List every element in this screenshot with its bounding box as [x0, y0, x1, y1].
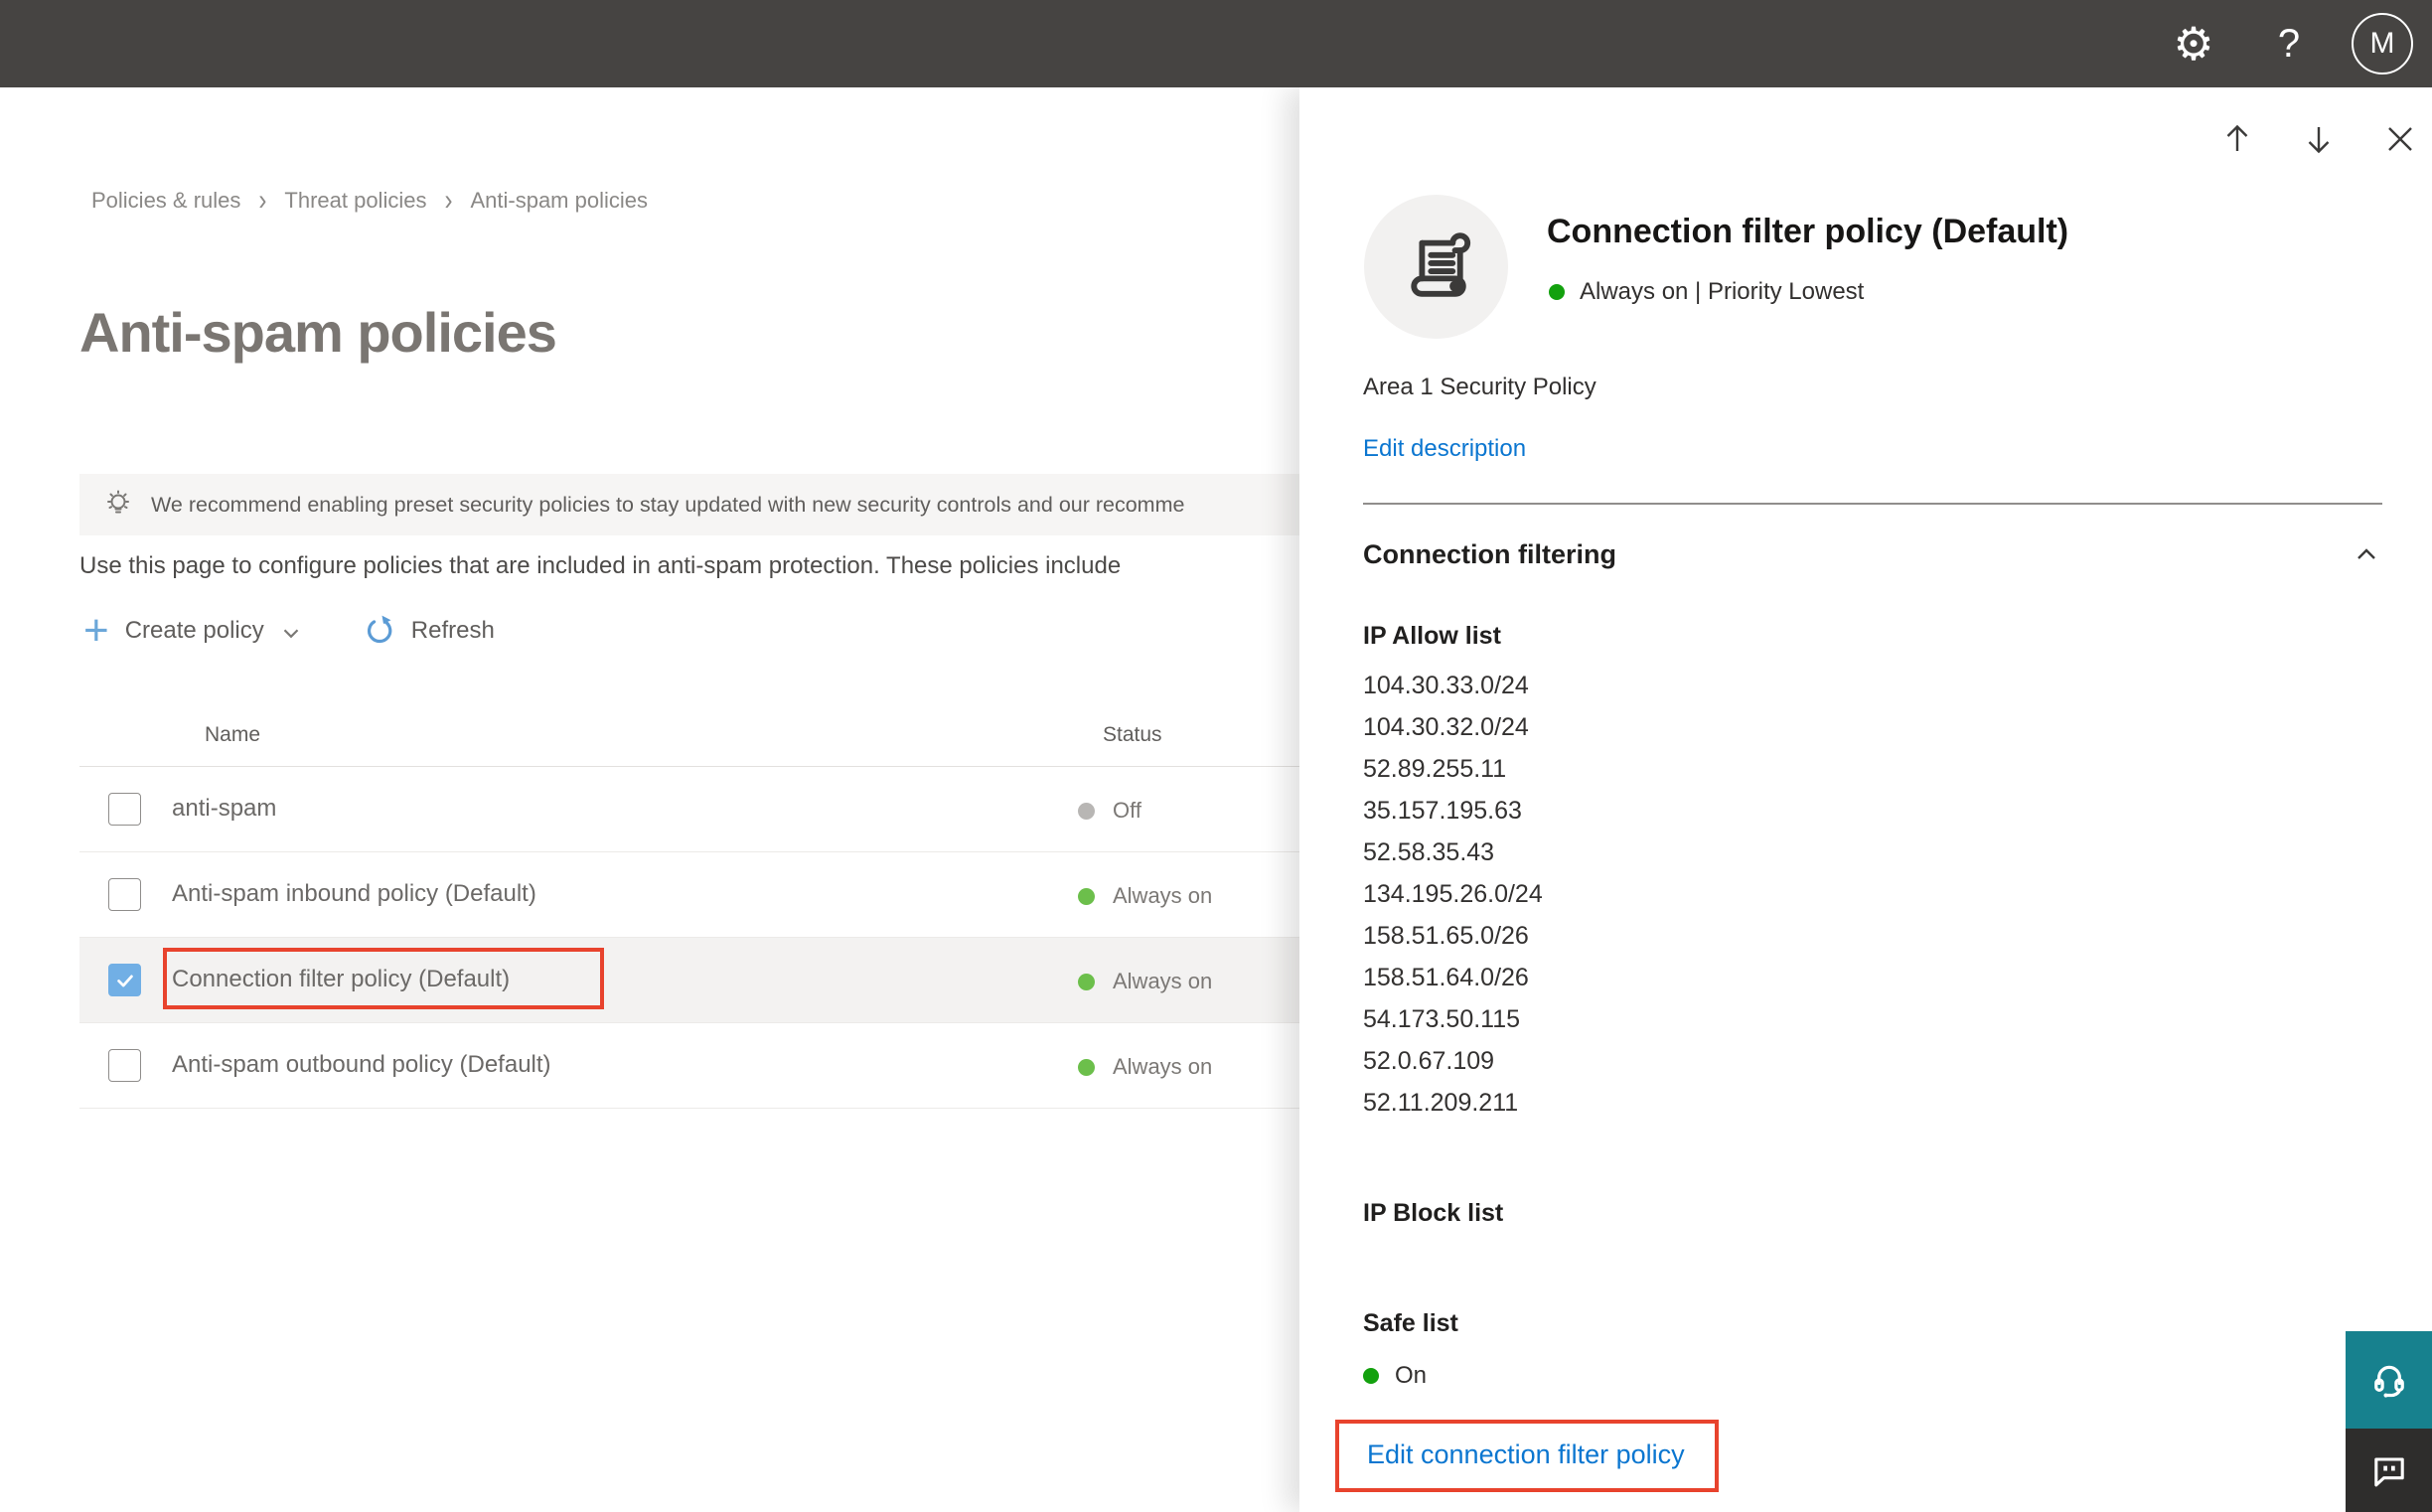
highlight-box: Edit connection filter policy — [1335, 1420, 1719, 1492]
ip-block-list-label: IP Block list — [1363, 1199, 1504, 1227]
policy-avatar — [1364, 195, 1508, 339]
account-button[interactable]: M — [2337, 0, 2432, 87]
column-header-name[interactable]: Name — [205, 723, 260, 747]
ip-address: 35.157.195.63 — [1363, 797, 1522, 825]
page-description: Use this page to configure policies that… — [79, 552, 1122, 579]
connection-filtering-section-toggle[interactable]: Connection filtering — [1363, 538, 2382, 570]
policy-name[interactable]: Connection filter policy (Default) — [172, 966, 510, 993]
status-label: Off — [1113, 798, 1141, 823]
ip-address: 134.195.26.0/24 — [1363, 880, 1543, 908]
ip-address: 104.30.33.0/24 — [1363, 672, 1529, 699]
status-label: Always on — [1113, 1054, 1213, 1079]
create-policy-button[interactable]: Create policy — [125, 617, 264, 645]
support-button[interactable] — [2346, 1331, 2432, 1429]
edit-description-link[interactable]: Edit description — [1363, 435, 2382, 463]
arrow-up-icon — [2226, 124, 2248, 151]
row-checkbox[interactable] — [108, 1049, 141, 1082]
ip-address: 52.11.209.211 — [1363, 1089, 1519, 1117]
ip-address: 52.89.255.11 — [1363, 755, 1507, 783]
scroll-policy-icon — [1410, 231, 1470, 297]
close-icon — [2388, 127, 2412, 151]
policy-name[interactable]: anti-spam — [172, 795, 276, 823]
details-flyout-panel: Connection filter policy (Default) Alway… — [1299, 87, 2432, 1512]
status-cell: Off — [1078, 798, 1141, 824]
next-item-button[interactable] — [2301, 121, 2337, 157]
panel-title: Connection filter policy (Default) — [1547, 213, 2069, 250]
feedback-button[interactable] — [2346, 1429, 2432, 1512]
edit-connection-filter-policy-link[interactable]: Edit connection filter policy — [1367, 1439, 1685, 1469]
section-title: Connection filtering — [1363, 538, 1616, 569]
divider — [1363, 503, 2382, 505]
lightbulb-icon — [107, 490, 129, 514]
question-icon: ? — [2277, 21, 2301, 66]
ip-address: 52.0.67.109 — [1363, 1047, 1495, 1075]
panel-body: Area 1 Security Policy Edit description … — [1335, 374, 2382, 1492]
previous-item-button[interactable] — [2219, 121, 2255, 157]
refresh-icon — [367, 615, 392, 644]
breadcrumb: Policies & rules › Threat policies › Ant… — [91, 184, 648, 218]
row-checkbox-checked[interactable] — [108, 964, 141, 996]
status-dot-on — [1549, 284, 1565, 300]
refresh-button[interactable]: Refresh — [411, 617, 495, 645]
ip-allow-list: 104.30.33.0/24 104.30.32.0/24 52.89.255.11… — [1363, 665, 2382, 1124]
plus-icon: + — [83, 606, 109, 655]
banner-text: We recommend enabling preset security po… — [151, 492, 1185, 517]
panel-status-text: Always on | Priority Lowest — [1580, 278, 1865, 305]
status-dot-on — [1078, 1058, 1095, 1076]
ip-allow-list-label: IP Allow list — [1363, 622, 1501, 650]
breadcrumb-separator: › — [258, 183, 267, 218]
status-label: Always on — [1113, 883, 1213, 908]
gear-icon: ⚙ — [2173, 18, 2214, 70]
avatar: M — [2352, 13, 2413, 75]
panel-nav — [2219, 121, 2418, 157]
top-app-bar: ⚙ ? M — [0, 0, 2432, 87]
status-dot-on — [1078, 887, 1095, 905]
status-dot-on — [1363, 1368, 1379, 1384]
safe-list-label: Safe list — [1363, 1309, 1458, 1337]
status-cell: Always on — [1078, 1054, 1212, 1080]
column-header-status[interactable]: Status — [1103, 723, 1162, 747]
toolbar: + Create policy Refresh — [83, 606, 495, 655]
chevron-up-icon — [2357, 548, 2375, 559]
safe-list-status: On — [1363, 1362, 2382, 1390]
ip-address: 52.58.35.43 — [1363, 838, 1495, 866]
arrow-down-icon — [2308, 127, 2330, 154]
help-button[interactable]: ? — [2241, 0, 2337, 87]
safe-list-value: On — [1395, 1362, 1428, 1389]
status-cell: Always on — [1078, 969, 1212, 994]
policy-name[interactable]: Anti-spam inbound policy (Default) — [172, 880, 536, 908]
ip-address: 158.51.64.0/26 — [1363, 964, 1529, 991]
status-dot-off — [1078, 802, 1095, 820]
headset-icon — [2373, 1365, 2404, 1398]
ip-address: 54.173.50.115 — [1363, 1005, 1521, 1033]
status-label: Always on — [1113, 969, 1213, 993]
breadcrumb-policies-rules[interactable]: Policies & rules — [91, 188, 240, 214]
panel-status: Always on | Priority Lowest — [1549, 278, 1864, 306]
page-title: Anti-spam policies — [79, 301, 557, 364]
breadcrumb-threat-policies[interactable]: Threat policies — [284, 188, 426, 214]
status-dot-on — [1078, 973, 1095, 990]
chevron-down-icon[interactable] — [278, 620, 304, 646]
breadcrumb-anti-spam-policies: Anti-spam policies — [470, 188, 648, 213]
close-panel-button[interactable] — [2382, 121, 2418, 157]
feedback-bubble-icon — [2373, 1457, 2404, 1487]
ip-address: 158.51.65.0/26 — [1363, 922, 1529, 950]
checkmark-icon — [116, 975, 133, 986]
breadcrumb-separator: › — [444, 183, 453, 218]
settings-button[interactable]: ⚙ — [2146, 0, 2241, 87]
policy-name[interactable]: Anti-spam outbound policy (Default) — [172, 1051, 551, 1079]
ip-address: 104.30.32.0/24 — [1363, 713, 1529, 741]
status-cell: Always on — [1078, 883, 1212, 909]
row-checkbox[interactable] — [108, 793, 141, 826]
policy-description: Area 1 Security Policy — [1363, 374, 1596, 400]
row-checkbox[interactable] — [108, 878, 141, 911]
